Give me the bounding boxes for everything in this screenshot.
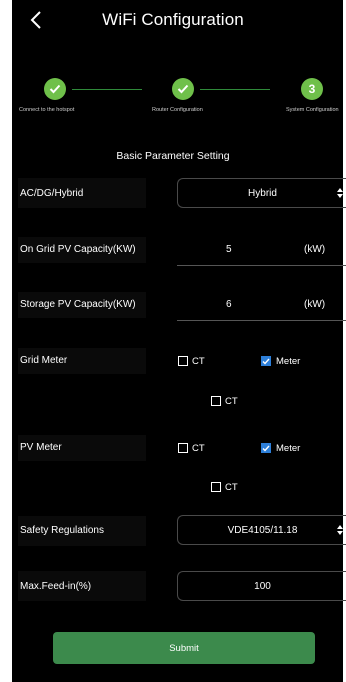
- pv-meter-meter-label: Meter: [276, 443, 301, 454]
- left-edge-strip: [0, 0, 12, 682]
- safety-select[interactable]: VDE4105/11.18: [177, 515, 346, 545]
- storage-pv-unit: (kW): [304, 299, 326, 310]
- select-arrows-icon: [337, 179, 343, 207]
- max-feed-in-input[interactable]: 100: [177, 571, 346, 601]
- mode-select-value: Hybrid: [248, 187, 277, 199]
- grid-meter-ct2-checkbox[interactable]: [211, 396, 221, 406]
- step-connector-2: [200, 89, 270, 90]
- grid-meter-meter-label: Meter: [276, 356, 301, 367]
- pv-meter-ct2-label: CT: [225, 482, 238, 493]
- on-grid-pv-label: On Grid PV Capacity(KW): [20, 244, 136, 255]
- pv-meter-ct2-checkbox[interactable]: [211, 482, 221, 492]
- grid-meter-meter-checkbox[interactable]: [261, 356, 271, 366]
- storage-pv-label: Storage PV Capacity(KW): [20, 299, 136, 310]
- submit-button[interactable]: Submit: [53, 632, 315, 664]
- storage-pv-underline: [177, 320, 346, 321]
- pv-meter-label: PV Meter: [20, 442, 62, 453]
- check-icon: [262, 358, 270, 365]
- step-1-done: [44, 78, 66, 100]
- pv-meter-ct-checkbox[interactable]: [178, 443, 188, 453]
- grid-meter-ct-label: CT: [192, 356, 205, 367]
- max-feed-in-value: 100: [254, 580, 271, 592]
- max-feed-in-label: Max.Feed-in(%): [20, 581, 92, 592]
- phone-screen: WiFi Configuration 3 Connect to the hots…: [0, 0, 346, 682]
- step-2-label: Router Configuration: [152, 107, 203, 113]
- step-1-label: Connect to the hotspot: [19, 107, 75, 113]
- section-title: Basic Parameter Setting: [116, 150, 230, 162]
- mode-select[interactable]: Hybrid: [177, 178, 346, 208]
- grid-meter-ct2-label: CT: [225, 396, 238, 407]
- on-grid-pv-underline: [177, 265, 346, 266]
- grid-meter-ct-checkbox[interactable]: [178, 356, 188, 366]
- safety-select-value: VDE4105/11.18: [227, 524, 298, 536]
- safety-label: Safety Regulations: [20, 525, 104, 536]
- step-3-current: 3: [301, 78, 323, 100]
- mode-label: AC/DG/Hybrid: [20, 188, 84, 199]
- check-icon: [262, 445, 270, 452]
- step-connector-1: [72, 89, 142, 90]
- check-icon: [49, 84, 61, 94]
- select-arrows-icon: [337, 516, 343, 544]
- pv-meter-meter-checkbox[interactable]: [261, 443, 271, 453]
- step-2-done: [172, 78, 194, 100]
- check-icon: [177, 84, 189, 94]
- on-grid-pv-input[interactable]: 5: [226, 244, 232, 255]
- step-3-label: System Configuration: [286, 107, 339, 113]
- pv-meter-ct-label: CT: [192, 443, 205, 454]
- page-title: WiFi Configuration: [102, 10, 244, 29]
- grid-meter-label: Grid Meter: [20, 355, 68, 366]
- storage-pv-input[interactable]: 6: [226, 299, 232, 310]
- on-grid-pv-unit: (kW): [304, 244, 326, 255]
